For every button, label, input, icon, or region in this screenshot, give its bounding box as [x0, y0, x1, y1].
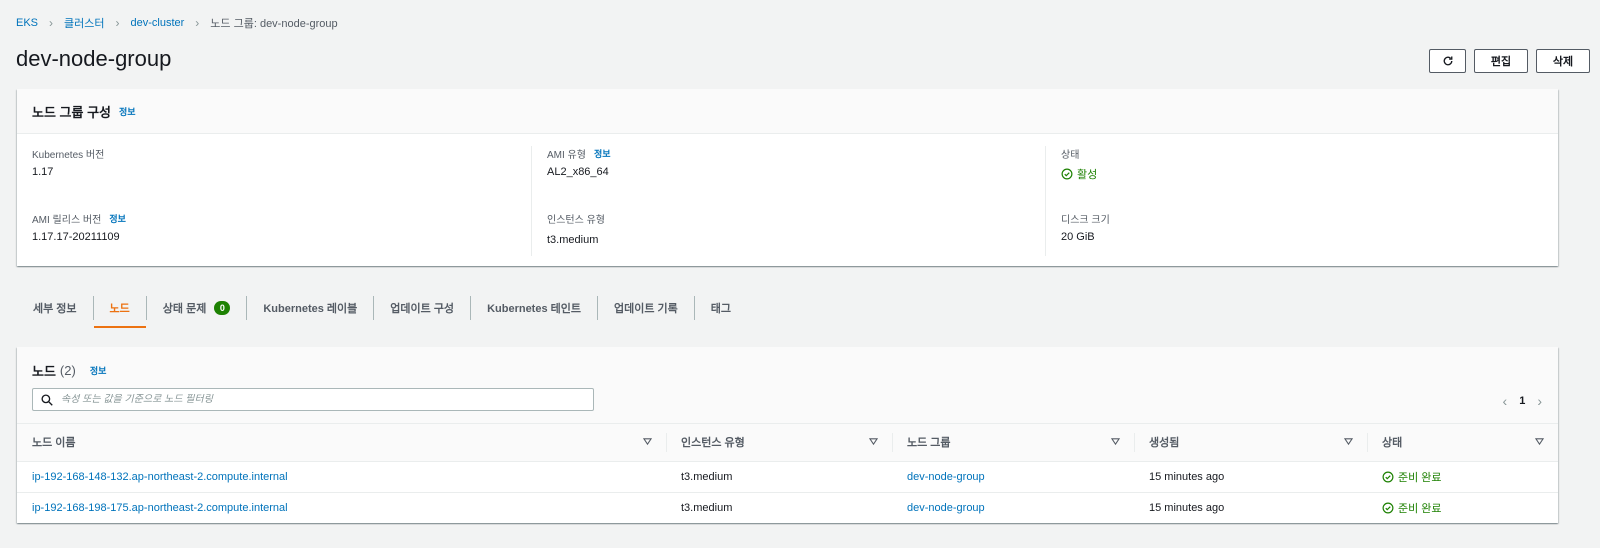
chevron-left-icon[interactable]: ‹: [1503, 393, 1508, 409]
disk-size-label: 디스크 크기: [1061, 215, 1110, 226]
nodes-title: 노드: [32, 364, 56, 379]
node-filter-box: [32, 388, 594, 411]
chevron-right-icon[interactable]: ›: [1537, 393, 1542, 409]
instance-type-label: 인스턴스 유형: [547, 215, 605, 226]
node-instance-type: t3.medium: [681, 501, 733, 514]
chevron-right-icon: ›: [115, 16, 120, 30]
node-created: 15 minutes ago: [1149, 501, 1225, 514]
config-column-2: AMI 유형 정보 AL2_x86_64 인스턴스 유형 t3.medium: [531, 146, 1031, 256]
tab-bar: 세부 정보 노드 상태 문제 0 Kubernetes 레이블 업데이트 구성 …: [17, 288, 747, 328]
node-name-link[interactable]: ip-192-168-148-132.ap-northeast-2.comput…: [32, 471, 288, 483]
page-title: dev-node-group: [16, 46, 172, 71]
chevron-right-icon: ›: [195, 16, 200, 30]
pagination: ‹ 1 ›: [1503, 393, 1542, 409]
table-row: ip-192-168-198-175.ap-northeast-2.comput…: [17, 492, 1558, 523]
tab-tags[interactable]: 태그: [695, 288, 747, 328]
check-circle-icon: [1382, 471, 1394, 482]
nodes-card: 노드 (2) 정보 ‹ 1 › 노드 이름 인스턴스 유형 노드 그룹: [17, 347, 1558, 523]
refresh-button[interactable]: [1429, 49, 1466, 73]
instance-type-field: 인스턴스 유형 t3.medium: [547, 211, 1031, 276]
ami-release-label-row: AMI 릴리스 버전 정보: [32, 211, 532, 226]
ami-release-value: 1.17.17-20211109: [32, 231, 120, 243]
node-instance-type: t3.medium: [666, 461, 892, 493]
ami-type-info-link[interactable]: 정보: [594, 147, 611, 160]
config-info-link[interactable]: 정보: [119, 105, 136, 118]
node-filter-input[interactable]: [61, 394, 581, 405]
column-header-node-name[interactable]: 노드 이름: [17, 424, 666, 462]
tab-update-history[interactable]: 업데이트 기록: [598, 288, 694, 328]
ami-release-label: AMI 릴리스 버전: [32, 215, 102, 226]
column-header-node-group[interactable]: 노드 그룹: [892, 424, 1134, 462]
status-field: 상태 활성: [1061, 146, 1545, 211]
tab-nodes[interactable]: 노드: [93, 288, 147, 328]
tab-health-issues-label: 상태 문제: [162, 303, 207, 315]
check-circle-icon: [1382, 502, 1394, 514]
k8s-version-field: Kubernetes 버전 1.17: [32, 146, 532, 211]
tab-kubernetes-labels[interactable]: Kubernetes 레이블: [247, 288, 373, 328]
instance-type-value: t3.medium: [547, 234, 599, 246]
sort-down-icon: [1535, 438, 1544, 446]
ami-release-field: AMI 릴리스 버전 정보 1.17.17-20211109: [32, 211, 532, 276]
delete-button[interactable]: 삭제: [1536, 49, 1590, 73]
config-column-3: 상태 활성 디스크 크기 20 GiB: [1045, 146, 1545, 256]
node-status: 준비 완료: [1382, 469, 1543, 485]
tab-health-issues[interactable]: 상태 문제 0: [147, 288, 247, 328]
table-row: ip-192-168-148-132.ap-northeast-2.comput…: [17, 461, 1558, 493]
disk-size-value: 20 GiB: [1061, 231, 1095, 243]
disk-size-field: 디스크 크기 20 GiB: [1061, 211, 1545, 276]
node-group-link[interactable]: dev-node-group: [907, 502, 985, 514]
node-group-config-card: 노드 그룹 구성 정보 Kubernetes 버전 1.17 AMI 릴리스 버…: [17, 89, 1558, 266]
node-status-label: 준비 완료: [1398, 502, 1442, 515]
breadcrumb: EKS › 클러스터 › dev-cluster › 노드 그룹: dev-no…: [16, 15, 338, 31]
search-icon: [41, 393, 53, 406]
status-value: 활성: [1077, 169, 1098, 181]
table-header-row: 노드 이름 인스턴스 유형 노드 그룹 생성됨 상태: [17, 424, 1558, 462]
column-header-instance-type[interactable]: 인스턴스 유형: [666, 424, 892, 462]
node-name-link[interactable]: ip-192-168-198-175.ap-northeast-2.comput…: [32, 502, 288, 514]
ami-type-label-row: AMI 유형 정보: [547, 146, 1031, 161]
column-header-status[interactable]: 상태: [1367, 424, 1558, 462]
nodes-header: 노드 (2) 정보 ‹ 1 ›: [17, 347, 1558, 424]
config-grid: Kubernetes 버전 1.17 AMI 릴리스 버전 정보 1.17.17…: [17, 134, 1558, 266]
ami-type-value: AL2_x86_64: [547, 166, 609, 178]
sort-down-icon: [1111, 438, 1120, 446]
chevron-right-icon: ›: [49, 16, 54, 30]
k8s-version-value: 1.17: [32, 166, 54, 178]
health-issues-count-badge: 0: [214, 301, 231, 315]
node-status-label: 준비 완료: [1398, 471, 1442, 484]
node-group-link[interactable]: dev-node-group: [907, 471, 985, 483]
status-label: 상태: [1061, 150, 1080, 161]
refresh-icon: [1443, 56, 1452, 66]
breadcrumb-clusters[interactable]: 클러스터: [64, 15, 104, 31]
nodes-title-row: 노드 (2) 정보: [32, 361, 106, 380]
sort-down-icon: [869, 438, 878, 446]
tab-kubernetes-taints[interactable]: Kubernetes 테인트: [471, 288, 597, 328]
sort-down-icon: [643, 438, 652, 446]
sort-down-icon: [1344, 438, 1353, 446]
breadcrumb-dev-cluster[interactable]: dev-cluster: [131, 17, 185, 29]
node-status: 준비 완료: [1382, 500, 1543, 516]
ami-type-label: AMI 유형: [547, 150, 586, 161]
breadcrumb-current: 노드 그룹: dev-node-group: [210, 18, 338, 30]
nodes-count: (2): [59, 363, 76, 378]
column-header-created[interactable]: 생성됨: [1134, 424, 1367, 462]
k8s-version-label: Kubernetes 버전: [32, 150, 105, 161]
node-created: 15 minutes ago: [1134, 461, 1367, 493]
status-value-row: 활성: [1061, 166, 1545, 182]
edit-button[interactable]: 편집: [1474, 49, 1528, 73]
check-circle-icon: [1061, 168, 1073, 180]
tab-details[interactable]: 세부 정보: [17, 288, 93, 328]
config-header: 노드 그룹 구성 정보: [17, 89, 1558, 134]
ami-release-info-link[interactable]: 정보: [109, 212, 126, 225]
nodes-table: 노드 이름 인스턴스 유형 노드 그룹 생성됨 상태 ip-192-168-14…: [17, 424, 1558, 523]
nodes-info-link[interactable]: 정보: [90, 364, 107, 377]
ami-type-field: AMI 유형 정보 AL2_x86_64: [547, 146, 1031, 211]
breadcrumb-eks[interactable]: EKS: [16, 17, 38, 29]
config-title: 노드 그룹 구성: [32, 104, 111, 120]
config-column-1: Kubernetes 버전 1.17 AMI 릴리스 버전 정보 1.17.17…: [32, 146, 532, 256]
tab-update-config[interactable]: 업데이트 구성: [374, 288, 470, 328]
header-actions: 편집 삭제: [1429, 49, 1590, 73]
current-page[interactable]: 1: [1519, 395, 1525, 407]
